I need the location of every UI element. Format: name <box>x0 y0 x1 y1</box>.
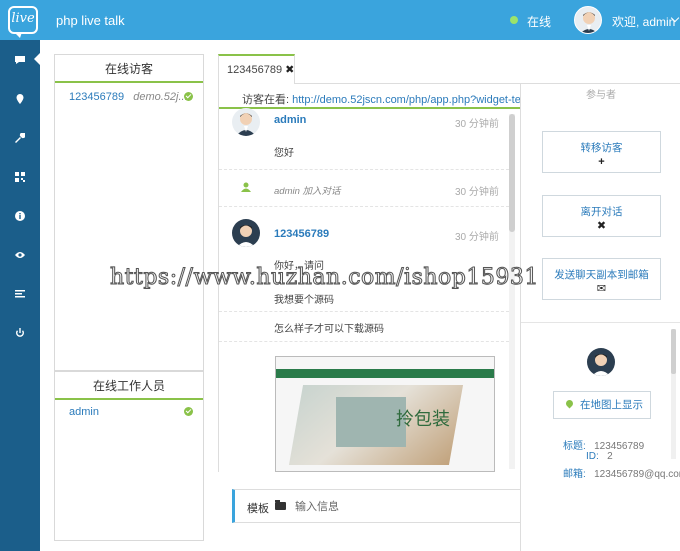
admin-avatar <box>232 108 260 136</box>
info-icon <box>15 210 25 221</box>
visitor-site: demo.52j... <box>133 91 188 103</box>
close-icon[interactable]: ✖ <box>285 64 294 76</box>
show-on-map-button[interactable]: 在地图上显示 <box>553 391 651 419</box>
info-title-row: 标题: 123456789 <box>563 437 644 452</box>
location-pin-icon <box>16 93 24 104</box>
online-staff-title: 在线工作人员 <box>55 372 203 400</box>
online-visitors-panel: 在线访客 123456789 demo.52j... <box>54 54 204 371</box>
divider <box>219 169 509 170</box>
nav-monitor[interactable] <box>0 235 40 274</box>
wrench-icon <box>15 132 25 143</box>
visitor-id[interactable]: 123456789 <box>69 91 124 103</box>
user-icon <box>241 182 251 192</box>
message-text: 怎么样子才可以下载源码 <box>274 324 384 335</box>
nav-info[interactable] <box>0 196 40 235</box>
staff-list-item[interactable]: admin <box>69 406 193 422</box>
tab-chat-session[interactable]: 123456789 ✖ <box>218 54 295 84</box>
envelope-icon: ✉ <box>596 283 607 295</box>
staff-name[interactable]: admin <box>69 406 99 418</box>
divider <box>219 311 509 312</box>
button-label: 离开对话 <box>580 206 623 218</box>
welcome-user[interactable]: 欢迎, admin <box>612 13 675 30</box>
close-icon: ✖ <box>596 220 607 232</box>
chat-tab-strip: 123456789 ✖ <box>218 54 680 84</box>
nav-chat[interactable] <box>0 40 41 79</box>
app-logo[interactable]: live <box>8 6 38 38</box>
online-status-icon <box>510 16 518 24</box>
nav-qrcode[interactable] <box>0 157 40 196</box>
nav-logout[interactable] <box>0 313 40 352</box>
participants-panel: 参与者 转移访客 + 离开对话 ✖ 发送聊天副本到邮箱 ✉ 在地图上显示 标题:… <box>520 84 680 551</box>
app-title: php live talk <box>56 13 125 28</box>
top-bar: live php live talk 在线 欢迎, admin <box>0 0 680 40</box>
online-status-label[interactable]: 在线 <box>527 13 551 30</box>
info-id-row: ID: 2 <box>586 451 613 462</box>
info-key: 邮箱: <box>563 469 586 480</box>
message-sender: 123456789 <box>274 228 330 240</box>
eye-icon <box>15 251 25 258</box>
plus-icon: + <box>598 156 605 168</box>
visitor-avatar <box>587 348 615 376</box>
power-icon <box>16 327 24 337</box>
qrcode-icon <box>15 171 25 182</box>
message-text: 您好 <box>274 148 294 159</box>
check-circle-icon <box>184 407 193 416</box>
check-circle-icon <box>184 92 193 101</box>
preview-caption: 拎包装 <box>396 409 450 430</box>
message-time: 30 分钟前 <box>455 119 499 130</box>
visitor-viewing-info: 访客在看: http://demo.52jscn.com/php/app.php… <box>242 91 520 107</box>
transfer-visitor-button[interactable]: 转移访客 + <box>542 131 661 173</box>
info-email-row: 邮箱: 123456789@qq.com <box>563 465 680 480</box>
leave-chat-button[interactable]: 离开对话 ✖ <box>542 195 661 237</box>
info-key: 标题: <box>563 441 586 452</box>
join-event-text: admin 加入对话 <box>274 186 341 197</box>
divider <box>219 206 509 207</box>
active-nav-indicator <box>34 52 41 66</box>
nav-list[interactable] <box>0 274 40 313</box>
scroll-thumb[interactable] <box>671 329 676 374</box>
watermark-text: https://www.huzhan.com/ishop15931 <box>110 265 539 291</box>
message-time: 30 分钟前 <box>455 232 499 243</box>
divider <box>219 107 520 109</box>
preview-nav-bar <box>276 369 494 378</box>
online-staff-panel: 在线工作人员 admin <box>54 371 204 541</box>
message-text: 我想要个源码 <box>274 295 334 306</box>
chat-icon <box>15 55 25 64</box>
template-button[interactable]: 模板 <box>247 500 269 516</box>
nav-tools[interactable] <box>0 118 40 157</box>
info-value: 123456789@qq.com <box>594 469 680 480</box>
nav-location[interactable] <box>0 79 40 118</box>
visitor-avatar <box>232 219 260 247</box>
shared-image-preview[interactable]: 拎包装 <box>275 356 495 472</box>
divider <box>521 322 680 323</box>
button-label: 在地图上显示 <box>580 399 643 411</box>
online-visitors-title: 在线访客 <box>55 55 203 83</box>
divider <box>219 341 509 342</box>
viewing-url-link[interactable]: http://demo.52jscn.com/php/app.php?widge… <box>292 94 520 106</box>
message-time: 30 分钟前 <box>455 187 499 198</box>
participants-scrollbar[interactable] <box>671 329 676 459</box>
viewing-label: 访客在看: <box>242 94 290 106</box>
button-label: 发送聊天副本到邮箱 <box>554 269 649 281</box>
list-icon <box>15 289 25 297</box>
chat-scrollbar[interactable] <box>509 114 515 469</box>
side-nav <box>0 40 41 551</box>
scroll-thumb[interactable] <box>509 114 515 232</box>
button-label: 转移访客 <box>580 142 623 154</box>
participants-title: 参与者 <box>586 90 616 101</box>
folder-icon[interactable] <box>275 500 286 510</box>
user-avatar[interactable] <box>574 6 602 34</box>
message-sender: admin <box>274 114 307 126</box>
visitor-list-item[interactable]: 123456789 demo.52j... <box>69 91 193 107</box>
location-pin-icon <box>564 398 575 409</box>
info-key: ID: <box>586 451 599 462</box>
email-transcript-button[interactable]: 发送聊天副本到邮箱 ✉ <box>542 258 661 300</box>
tab-label: 123456789 <box>227 64 283 76</box>
info-value: 2 <box>607 451 613 462</box>
